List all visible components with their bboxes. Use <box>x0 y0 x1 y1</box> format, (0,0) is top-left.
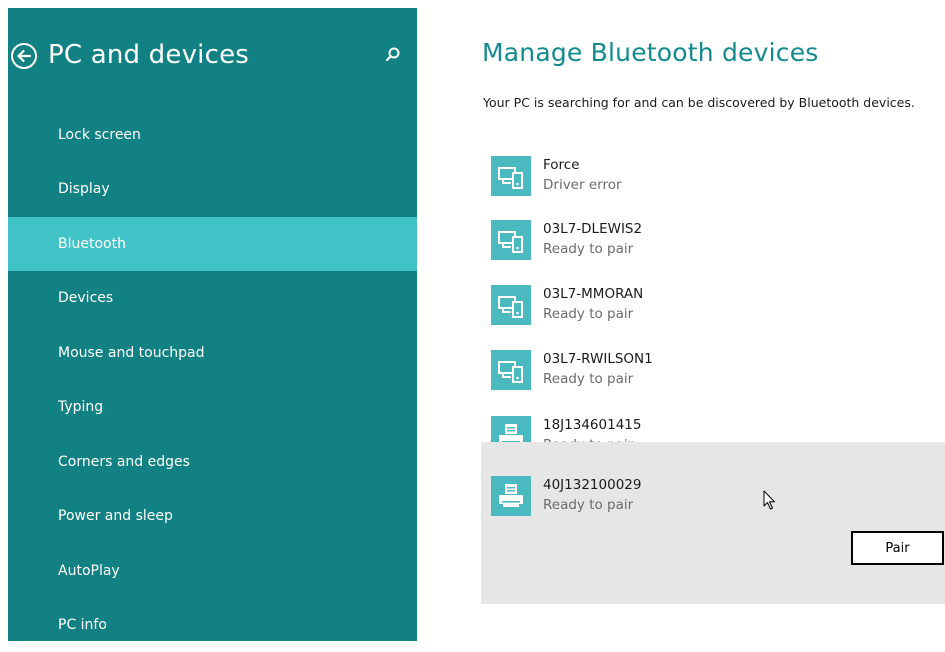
nav-item-typing[interactable]: Typing <box>8 380 417 434</box>
nav-item-display[interactable]: Display <box>8 162 417 216</box>
mouse-pointer-icon <box>763 490 777 511</box>
nav-item-label: Corners and edges <box>58 454 190 470</box>
device-item-03l7-mmoran[interactable]: 03L7-MMORAN Ready to pair <box>481 277 945 335</box>
computer-phone-icon <box>491 156 531 196</box>
nav-item-corners-and-edges[interactable]: Corners and edges <box>8 435 417 489</box>
nav-item-label: Display <box>58 181 110 197</box>
computer-phone-icon <box>491 350 531 390</box>
nav-item-mouse-and-touchpad[interactable]: Mouse and touchpad <box>8 326 417 380</box>
nav-item-label: Mouse and touchpad <box>58 345 205 361</box>
sidebar-title: PC and devices <box>48 40 250 70</box>
device-status: Ready to pair <box>543 497 634 513</box>
device-name: Force <box>543 157 580 173</box>
nav-item-devices[interactable]: Devices <box>8 271 417 325</box>
nav-item-bluetooth[interactable]: Bluetooth <box>8 217 417 271</box>
device-name: 18J134601415 <box>543 417 642 433</box>
device-item-40j132100029[interactable]: 40J132100029 Ready to pair Pair <box>481 442 945 604</box>
device-status: Ready to pair <box>543 306 634 322</box>
nav-item-label: Devices <box>58 290 114 306</box>
device-status: Driver error <box>543 177 622 193</box>
computer-phone-icon <box>491 285 531 325</box>
device-name: 03L7-MMORAN <box>543 286 644 302</box>
nav-item-label: Typing <box>58 399 104 415</box>
nav-item-pc-info[interactable]: PC info <box>8 598 417 652</box>
device-name: 03L7-DLEWIS2 <box>543 221 643 237</box>
main-content: Manage Bluetooth devices Your PC is sear… <box>417 0 945 633</box>
device-item-03l7-dlewis2[interactable]: 03L7-DLEWIS2 Ready to pair <box>481 212 945 270</box>
device-item-03l7-rwilson1[interactable]: 03L7-RWILSON1 Ready to pair <box>481 342 945 400</box>
device-status: Ready to pair <box>543 241 634 257</box>
nav-item-label: Lock screen <box>58 127 141 143</box>
nav-item-label: PC info <box>58 617 107 633</box>
device-status: Ready to pair <box>543 371 634 387</box>
page-title: Manage Bluetooth devices <box>482 38 819 67</box>
printer-icon <box>491 476 531 516</box>
nav-item-autoplay[interactable]: AutoPlay <box>8 544 417 598</box>
nav-item-lock-screen[interactable]: Lock screen <box>8 108 417 162</box>
search-icon[interactable] <box>384 46 402 64</box>
discovery-status-text: Your PC is searching for and can be disc… <box>483 95 915 110</box>
device-name: 40J132100029 <box>543 477 642 493</box>
pair-button[interactable]: Pair <box>851 531 944 565</box>
nav-item-label: AutoPlay <box>58 563 120 579</box>
nav-item-power-and-sleep[interactable]: Power and sleep <box>8 489 417 543</box>
computer-phone-icon <box>491 220 531 260</box>
sidebar-header: PC and devices <box>8 38 417 82</box>
nav-item-label: Power and sleep <box>58 508 173 524</box>
device-name: 03L7-RWILSON1 <box>543 351 653 367</box>
nav-item-label: Bluetooth <box>58 236 126 252</box>
sidebar: PC and devices Lock screen Display Bluet… <box>8 8 417 641</box>
device-item-force[interactable]: Force Driver error <box>481 148 945 206</box>
back-arrow-icon[interactable] <box>8 40 40 72</box>
